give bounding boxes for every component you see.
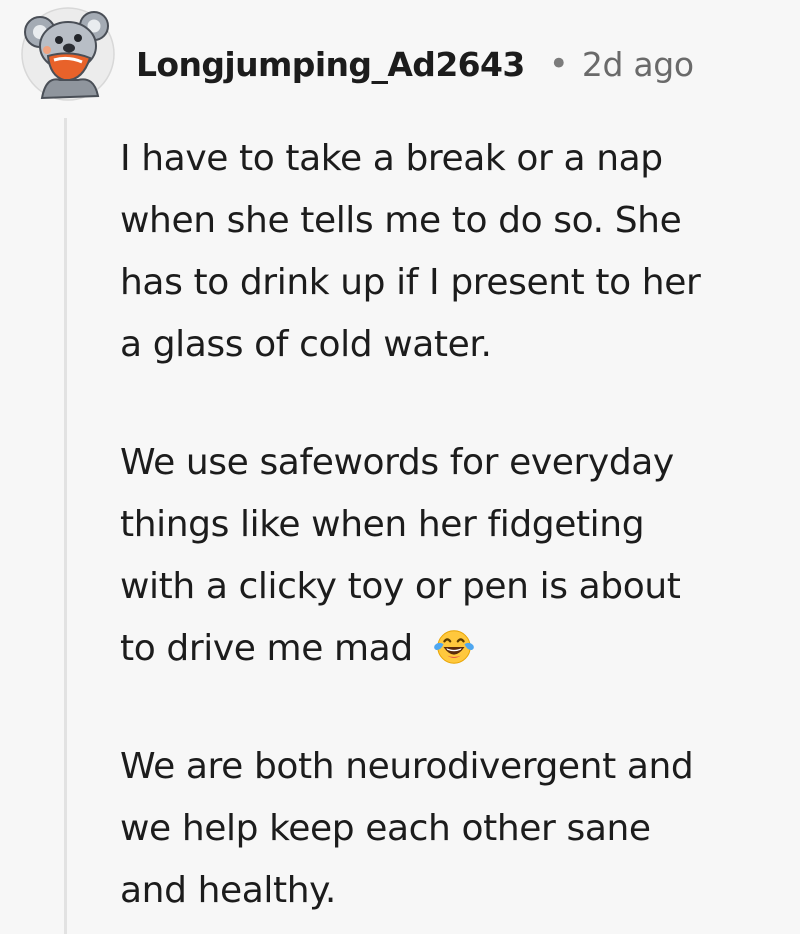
text-line: to drive me mad [120, 628, 413, 669]
meta-separator: • [548, 44, 569, 84]
comment-paragraph: We are both neurodivergent and we help k… [120, 736, 785, 922]
comment-paragraph: We use safewords for everyday things lik… [120, 432, 785, 680]
text-line: and healthy. [120, 870, 336, 911]
comment-header: Longjumping_Ad2643 • 2d ago [136, 40, 694, 88]
timestamp[interactable]: 2d ago [582, 45, 694, 84]
text-line: a glass of cold water. [120, 324, 492, 365]
text-line: I have to take a break or a nap [120, 138, 663, 179]
text-line: we help keep each other sane [120, 808, 651, 849]
text-line: when she tells me to do so. She [120, 200, 682, 241]
username-link[interactable]: Longjumping_Ad2643 [136, 45, 525, 84]
text-line: We use safewords for everyday [120, 442, 674, 483]
koala-avatar-icon[interactable] [20, 6, 116, 102]
comment: Longjumping_Ad2643 • 2d ago I have to ta… [0, 0, 800, 934]
text-line: We are both neurodivergent and [120, 746, 694, 787]
text-line-with-emoji: to drive me mad [120, 618, 785, 680]
text-line: with a clicky toy or pen is about [120, 566, 681, 607]
text-line: has to drink up if I present to her [120, 262, 701, 303]
comment-paragraph: I have to take a break or a nap when she… [120, 128, 785, 376]
text-line: things like when her fidgeting [120, 504, 645, 545]
comment-body: I have to take a break or a nap when she… [120, 128, 785, 934]
face-with-tears-of-joy-icon [433, 630, 474, 664]
thread-line[interactable] [64, 118, 67, 934]
